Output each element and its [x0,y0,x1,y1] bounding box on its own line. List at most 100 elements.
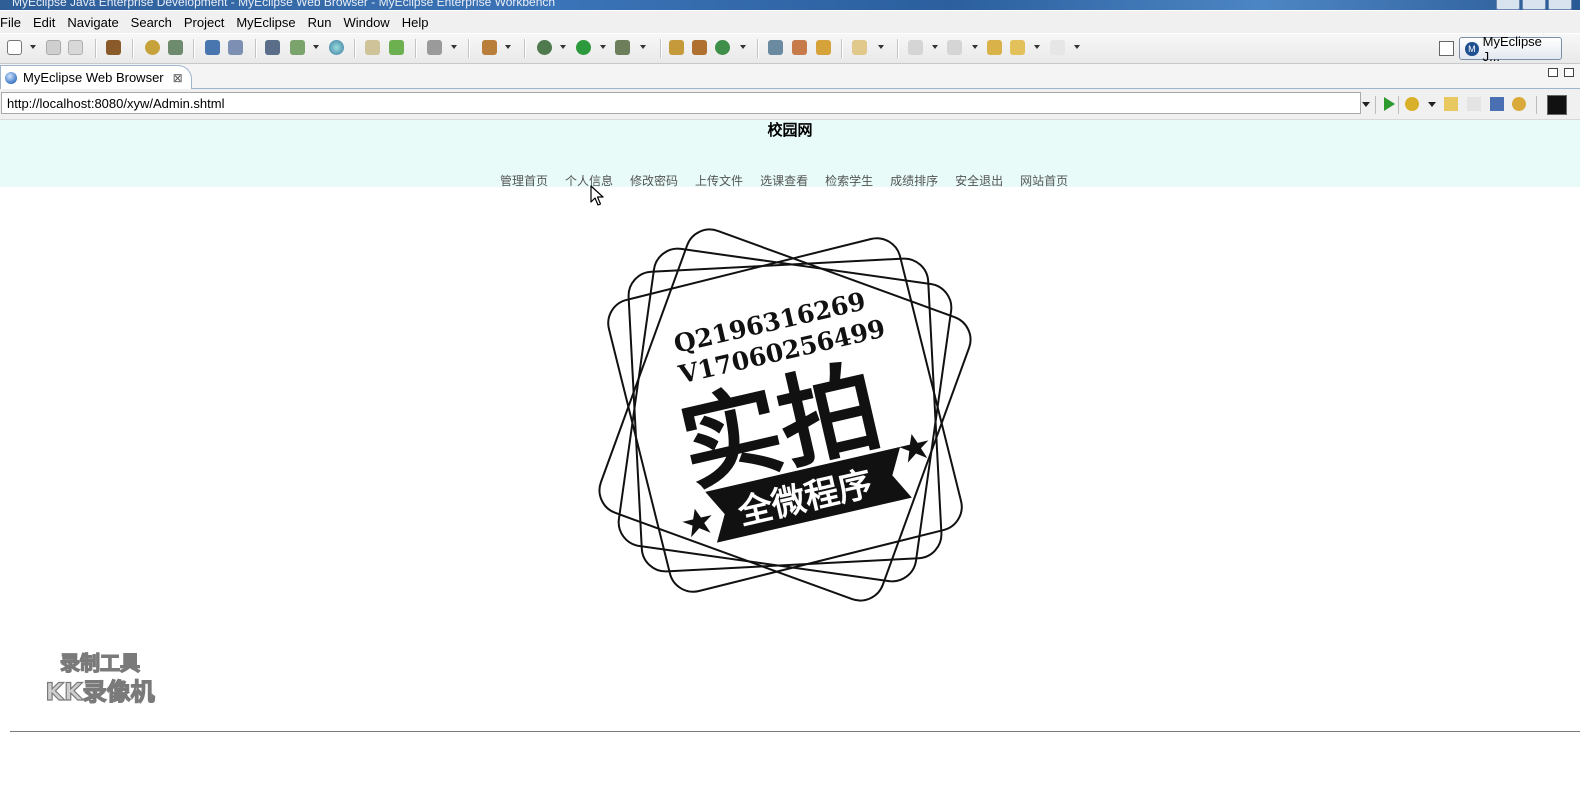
toolbar-separator [95,39,97,58]
maximize-view-icon[interactable] [1564,68,1574,77]
toolbar-separator [524,39,526,58]
stop-icon[interactable] [1490,97,1504,111]
menu-file[interactable]: File [0,15,29,30]
back-icon[interactable] [1010,40,1025,55]
new-java-project-icon[interactable] [669,40,684,55]
forward-icon[interactable] [1050,40,1065,55]
menu-run[interactable]: Run [308,15,340,30]
view-controls [1548,68,1574,77]
toolbar-separator [468,39,470,58]
toolbar-separator [660,39,662,58]
next-annotation-icon[interactable] [908,40,923,55]
debug-bug-icon[interactable] [145,40,160,55]
star-icon [682,508,712,538]
previous-annotation-dropdown-icon[interactable] [972,45,978,49]
new-wizard-icon[interactable] [482,40,497,55]
new-class-dropdown-icon[interactable] [740,45,746,49]
favorites-icon[interactable] [1405,97,1419,111]
new-class-icon[interactable] [715,40,730,55]
window-title-bar: MyEclipse Java Enterprise Development - … [0,0,1580,10]
go-icon[interactable] [1384,97,1395,111]
run-icon[interactable] [576,40,591,55]
server-icon[interactable] [168,40,183,55]
new-package-icon[interactable] [692,40,707,55]
watermark-line2: KK录像机 [45,678,154,706]
favorites-dropdown-icon[interactable] [1428,102,1436,107]
watermark-line1: 录制工具 [60,651,140,675]
minimize-button[interactable] [1496,0,1520,10]
external-tools-icon[interactable] [615,40,630,55]
back-dropdown-icon[interactable] [1034,45,1040,49]
deploy-icon[interactable] [205,40,220,55]
screen-capture-icon[interactable] [427,40,442,55]
new-wizard-dropdown-icon[interactable] [505,45,511,49]
nav-grade-ranking[interactable]: 成绩排序 [890,172,938,189]
run-server-dropdown-icon[interactable] [313,45,319,49]
menu-navigate[interactable]: Navigate [67,15,126,30]
nav-change-password[interactable]: 修改密码 [630,172,678,189]
stamp-image: Q2196316269 V17060256499 实拍 全微程序 [598,228,972,602]
explore-icon[interactable] [228,40,243,55]
globe-icon [5,71,17,84]
web-browser-icon[interactable] [329,40,344,55]
menu-edit[interactable]: Edit [33,15,63,30]
nav-upload-file[interactable]: 上传文件 [695,172,743,189]
open-task-icon[interactable] [792,40,807,55]
perspective-label: MyEclipse J... [1482,33,1542,64]
new-dropdown-icon[interactable] [30,45,36,49]
run-server-icon[interactable] [290,40,305,55]
window-title: MyEclipse Java Enterprise Development - … [12,0,556,9]
toolbar-separator [132,39,134,58]
open-perspective-icon[interactable] [1439,41,1454,56]
tab-web-browser[interactable]: MyEclipse Web Browser ⊠ [0,65,192,89]
capture-dropdown-icon[interactable] [451,45,457,49]
perspective-button[interactable]: M MyEclipse J... [1459,34,1562,64]
search-tool-icon[interactable] [816,40,831,55]
new-folder-icon[interactable] [389,40,404,55]
open-folder-icon[interactable] [365,40,380,55]
db-browser-icon[interactable] [265,40,280,55]
debug-icon[interactable] [537,40,552,55]
site-title: 校园网 [767,121,813,139]
last-edit-icon[interactable] [987,40,1002,55]
new-icon[interactable] [7,40,22,55]
url-history-dropdown-icon[interactable] [1362,102,1370,107]
nav-admin-home[interactable]: 管理首页 [500,172,548,189]
menu-search[interactable]: Search [131,15,180,30]
previous-annotation-icon[interactable] [947,40,962,55]
run-dropdown-icon[interactable] [600,45,606,49]
nav-course-view[interactable]: 选课查看 [760,172,808,189]
nav-logout[interactable]: 安全退出 [955,172,1003,189]
toolbar-separator [1398,96,1399,114]
url-input[interactable] [1,92,1361,114]
save-icon[interactable] [46,40,61,55]
save-all-icon[interactable] [68,40,83,55]
minimize-view-icon[interactable] [1548,68,1558,77]
forward-dropdown-icon[interactable] [1074,45,1080,49]
menu-help[interactable]: Help [402,15,437,30]
toolbar-separator [757,39,759,58]
package-icon[interactable] [106,40,121,55]
refresh-icon[interactable] [1512,97,1526,111]
browser-back-icon[interactable] [1444,97,1458,111]
toolbar-separator [841,39,843,58]
menu-window[interactable]: Window [343,15,397,30]
browser-forward-icon[interactable] [1467,97,1481,111]
open-resource-icon[interactable] [852,40,867,55]
next-annotation-dropdown-icon[interactable] [932,45,938,49]
browser-settings-icon[interactable] [1547,95,1567,115]
external-tools-dropdown-icon[interactable] [640,45,646,49]
close-tab-icon[interactable]: ⊠ [173,71,183,85]
close-window-button[interactable] [1548,0,1572,10]
nav-search-students[interactable]: 检索学生 [825,172,873,189]
menu-project[interactable]: Project [184,15,232,30]
debug-dropdown-icon[interactable] [560,45,566,49]
myeclipse-logo-icon: M [1465,41,1479,56]
menu-myeclipse[interactable]: MyEclipse [236,15,303,30]
editor-tab-bar: MyEclipse Web Browser ⊠ [0,64,1580,89]
open-resource-dropdown-icon[interactable] [878,45,884,49]
open-type-icon[interactable] [768,40,783,55]
nav-site-home[interactable]: 网站首页 [1020,172,1068,189]
maximize-button[interactable] [1522,0,1546,10]
star-icon [899,434,929,463]
